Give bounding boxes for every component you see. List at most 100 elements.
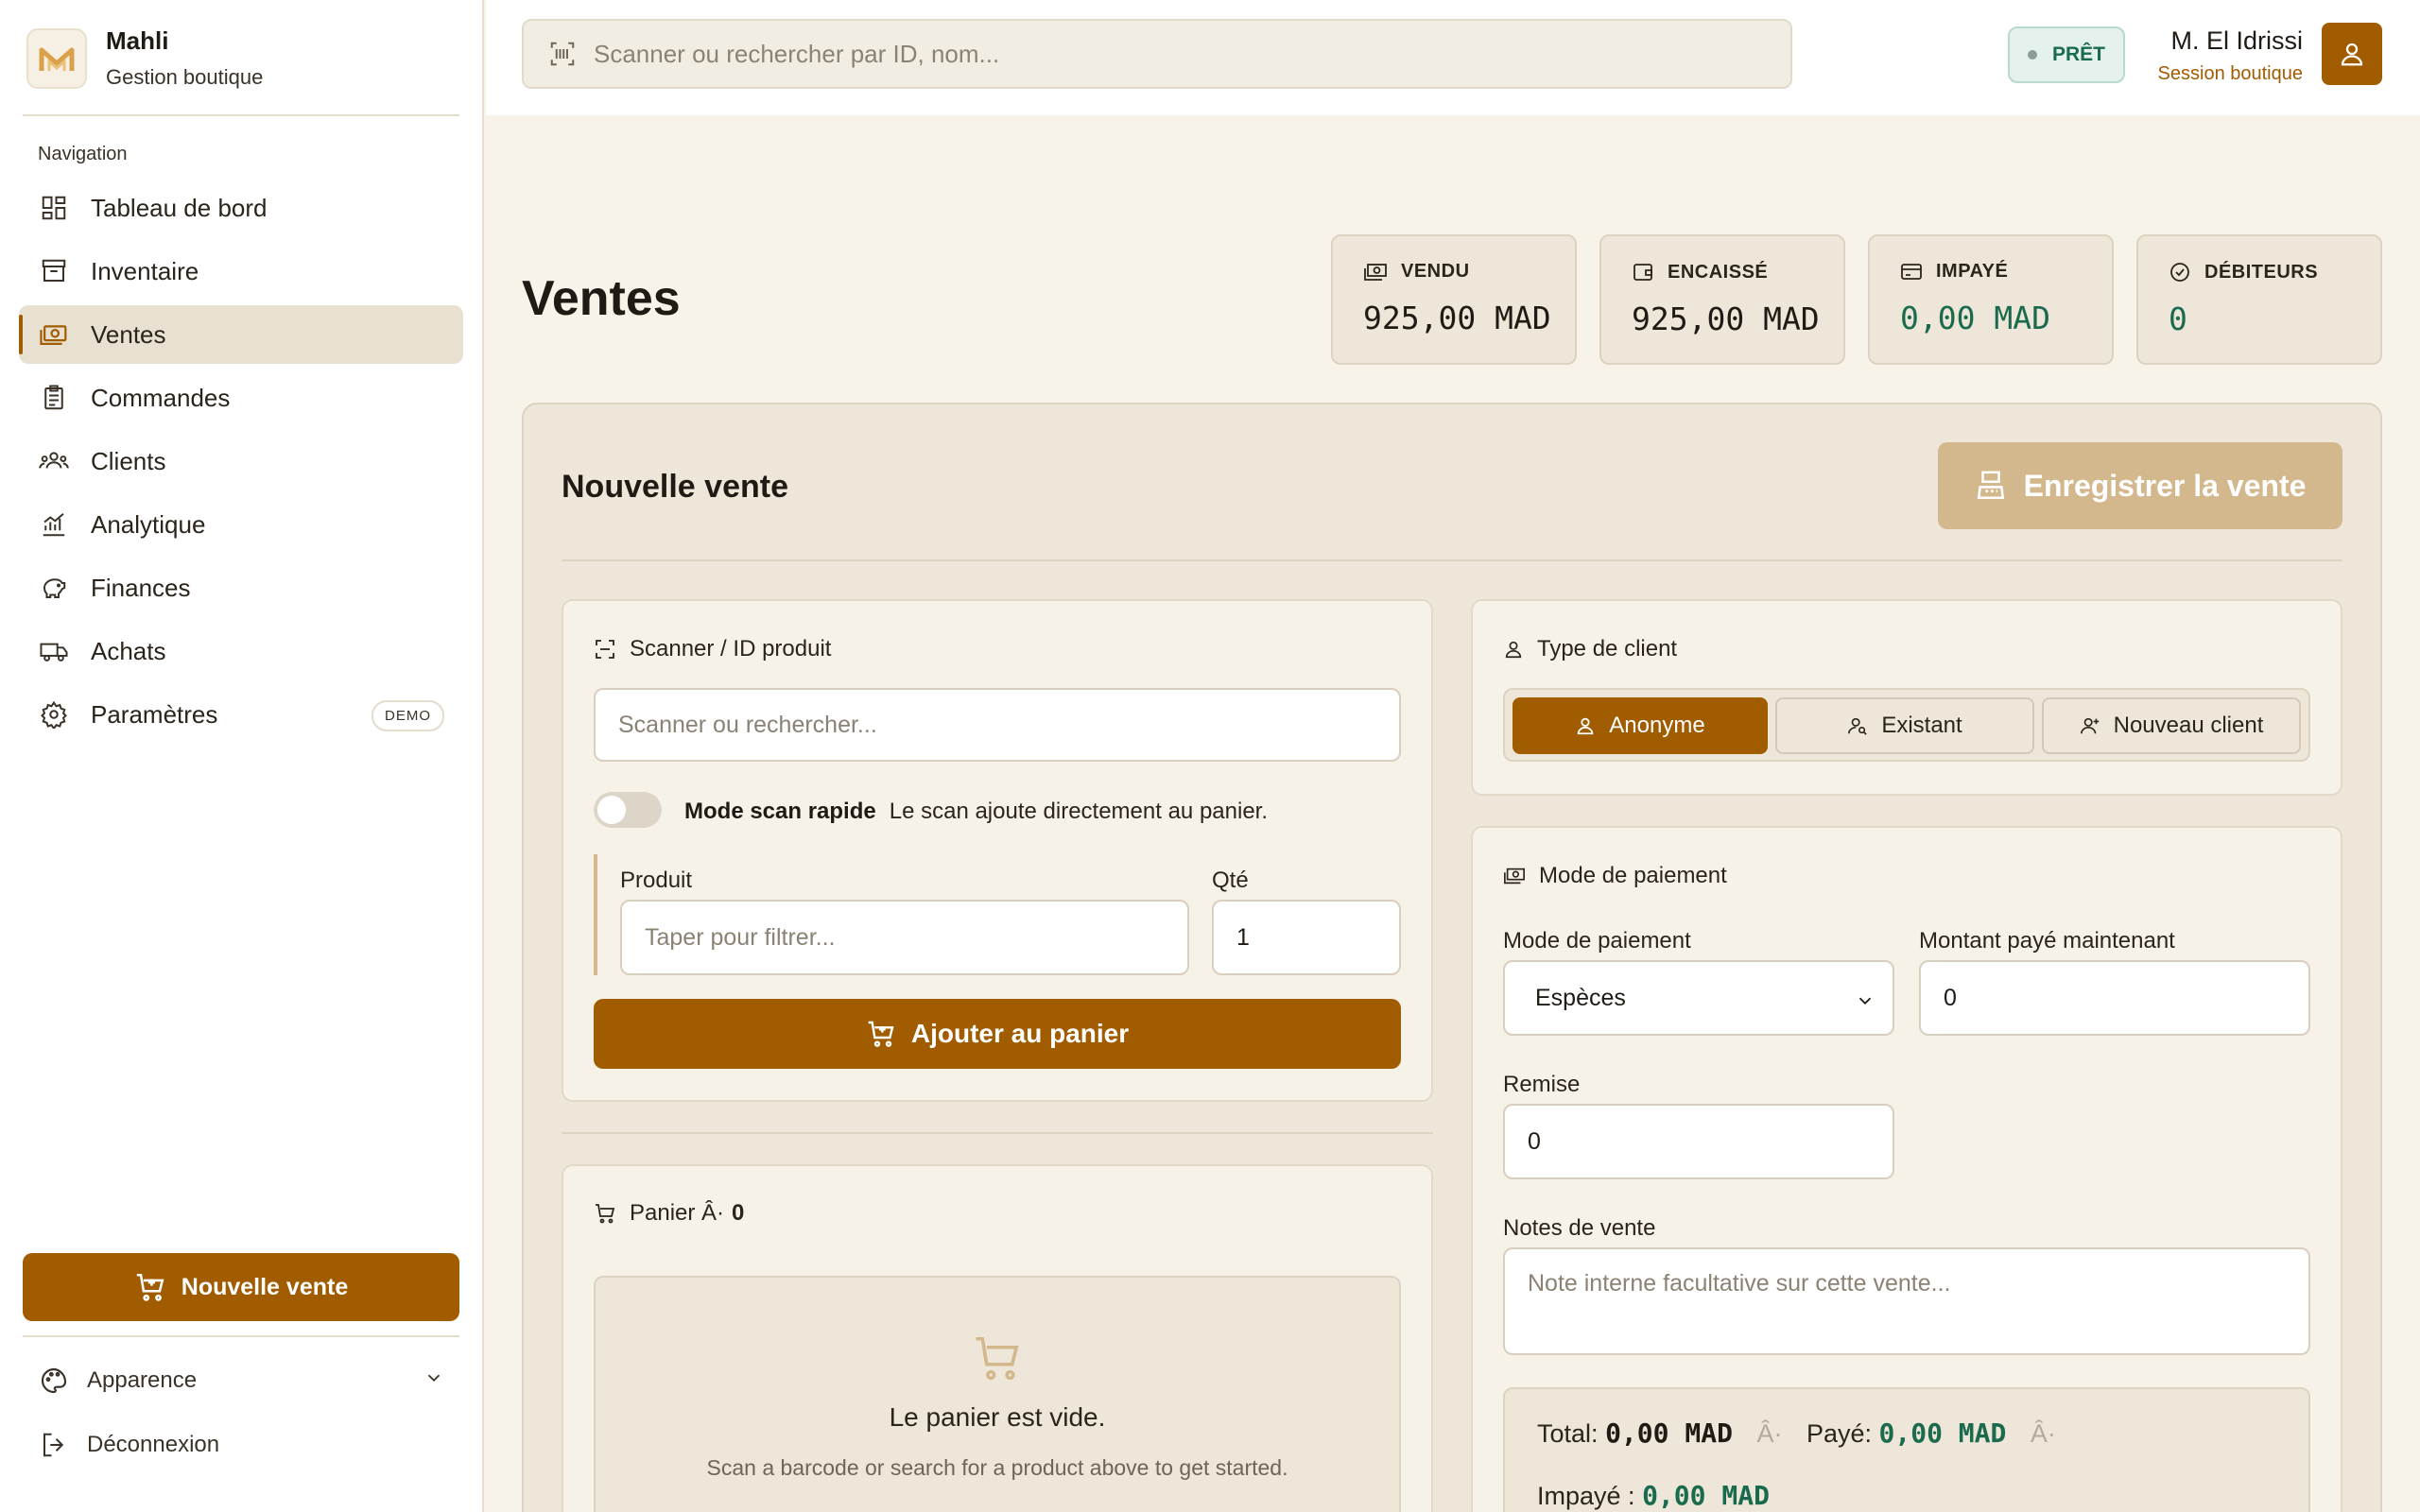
sidebar: Mahli Gestion boutique Navigation Tablea… (0, 0, 484, 1512)
scan-icon (596, 640, 614, 659)
paid-amount-label: Montant payé maintenant (1919, 928, 2175, 954)
quick-scan-title: Mode scan rapide (684, 799, 876, 824)
stat-card-collected: ENCAISSÉ 925,00 MAD (1599, 234, 1845, 365)
cash-icon (1504, 868, 1525, 885)
search-placeholder: Scanner ou rechercher par ID, nom... (594, 39, 1000, 68)
sale-notes-label: Notes de vente (1503, 1215, 1656, 1241)
nav-item-sales[interactable]: Ventes (19, 305, 463, 364)
appearance-toggle[interactable]: Apparence (38, 1365, 444, 1397)
divider (562, 559, 2342, 561)
qty-input[interactable]: 1 (1212, 900, 1401, 975)
stat-label: DÉBITEURS (2204, 261, 2319, 283)
product-filter-input[interactable]: Taper pour filtrer... (620, 900, 1189, 975)
nav-label: Clients (91, 446, 166, 475)
user-name: M. El Idrissi (2170, 26, 2303, 55)
empty-cart-subtitle: Scan a barcode or search for a product a… (706, 1455, 1288, 1480)
cash-icon (1364, 263, 1387, 281)
client-option-existing[interactable]: Existant (1775, 697, 2034, 754)
new-sale-button[interactable]: Nouvelle vente (23, 1253, 459, 1321)
user-plus-icon (2080, 717, 2099, 734)
chevron-down-icon (424, 1367, 444, 1395)
nav-item-purchases[interactable]: Achats (19, 622, 463, 680)
stat-value: 925,00 MAD (1363, 300, 1551, 336)
chart-icon (38, 508, 70, 541)
stat-label: IMPAYÉ (1936, 261, 2009, 282)
new-sale-label: Nouvelle vente (181, 1273, 349, 1300)
stat-value: 0 (2169, 301, 2187, 337)
product-label: Produit (620, 868, 693, 893)
user-search-icon (1848, 717, 1868, 735)
client-type-selector: Anonyme Existant Nouveau client (1503, 688, 2310, 762)
payment-title: Mode de paiement (1503, 863, 1727, 889)
divider (23, 114, 459, 116)
demo-badge: DEMO (372, 700, 444, 731)
avatar[interactable] (2322, 23, 2382, 85)
discount-input[interactable]: 0 (1503, 1104, 1894, 1179)
nav-item-analytics[interactable]: Analytique (19, 495, 463, 554)
stat-label: ENCAISSÉ (1668, 261, 1769, 283)
payment-mode-select[interactable]: Espèces (1503, 960, 1894, 1036)
user-icon (2341, 43, 2363, 66)
nav-item-orders[interactable]: Commandes (19, 369, 463, 427)
totals-line: Total: 0,00 MAD Â· Payé: 0,00 MAD Â· (1537, 1418, 2073, 1449)
sale-notes-textarea[interactable]: Note interne facultative sur cette vente… (1503, 1247, 2310, 1355)
client-type-title: Type de client (1503, 636, 1677, 662)
nav-label: Tableau de bord (91, 193, 268, 222)
stat-value: 925,00 MAD (1632, 301, 1820, 337)
separator: Â· (1756, 1419, 1783, 1448)
client-option-new[interactable]: Nouveau client (2042, 697, 2301, 754)
card-icon (1901, 263, 1922, 280)
nav-item-clients[interactable]: Clients (19, 432, 463, 490)
quick-scan-label: Mode scan rapide Le scan ajoute directeme… (684, 799, 1268, 825)
nav-label: Analytique (91, 509, 206, 539)
palette-icon (38, 1365, 70, 1397)
card-title: Nouvelle vente (562, 469, 788, 505)
nav-item-finances[interactable]: Finances (19, 558, 463, 617)
user-icon (1505, 641, 1522, 659)
users-icon (38, 445, 70, 477)
unpaid-label: Impayé : (1537, 1482, 1635, 1510)
gear-icon (38, 698, 70, 730)
totals-summary: Total: 0,00 MAD Â· Payé: 0,00 MAD Â· Imp… (1503, 1387, 2310, 1512)
cart-plus-icon (868, 1021, 894, 1047)
nav-label: Commandes (91, 383, 231, 412)
brand-logo (26, 27, 87, 89)
nav-item-settings[interactable]: Paramètres DEMO (19, 685, 463, 744)
brand-name: Mahli (106, 26, 169, 55)
nav-label: Ventes (91, 319, 166, 349)
stat-label: VENDU (1401, 261, 1470, 282)
status-dot (2027, 50, 2037, 60)
dashboard-icon (38, 192, 70, 224)
empty-cart-title: Le panier est vide. (889, 1402, 1106, 1432)
banknotes-icon (38, 318, 70, 351)
stat-card-unpaid: IMPAYÉ 0,00 MAD (1868, 234, 2114, 365)
nav-item-dashboard[interactable]: Tableau de bord (19, 179, 463, 237)
save-sale-button[interactable]: Enregistrer la vente (1938, 442, 2342, 529)
payment-mode-value: Espèces (1535, 984, 1626, 1011)
page-title: Ventes (522, 271, 681, 326)
user-info: M. El Idrissi Session boutique (2136, 26, 2303, 85)
logout-button[interactable]: Déconnexion (38, 1429, 444, 1461)
add-to-cart-label: Ajouter au panier (910, 1019, 1130, 1048)
logout-icon (38, 1429, 70, 1461)
check-circle-icon (2170, 263, 2189, 282)
add-to-cart-button[interactable]: Ajouter au panier (594, 999, 1401, 1069)
chevron-down-icon (1858, 997, 1872, 1005)
appearance-label: Apparence (87, 1367, 198, 1393)
stat-value: 0,00 MAD (1900, 300, 2050, 336)
brand-subtitle: Gestion boutique (106, 65, 264, 89)
main-nav: Tableau de bord Inventaire Ventes Comman… (19, 179, 463, 748)
quick-scan-toggle[interactable] (594, 792, 662, 828)
client-option-anonymous[interactable]: Anonyme (1512, 697, 1768, 754)
paid-label: Payé: (1806, 1419, 1872, 1448)
nav-item-inventory[interactable]: Inventaire (19, 242, 463, 301)
product-scan-input[interactable]: Scanner ou rechercher... (594, 688, 1401, 762)
empty-cart-state: Le panier est vide. Scan a barcode or se… (594, 1276, 1401, 1512)
paid-value: 0,00 MAD (1878, 1418, 2007, 1449)
save-sale-label: Enregistrer la vente (2023, 468, 2307, 503)
discount-label: Remise (1503, 1072, 1581, 1097)
register-icon (1977, 471, 2004, 500)
brand[interactable]: Mahli Gestion boutique (26, 26, 263, 90)
paid-amount-input[interactable]: 0 (1919, 960, 2310, 1036)
global-search-input[interactable]: Scanner ou rechercher par ID, nom... (522, 19, 1792, 89)
